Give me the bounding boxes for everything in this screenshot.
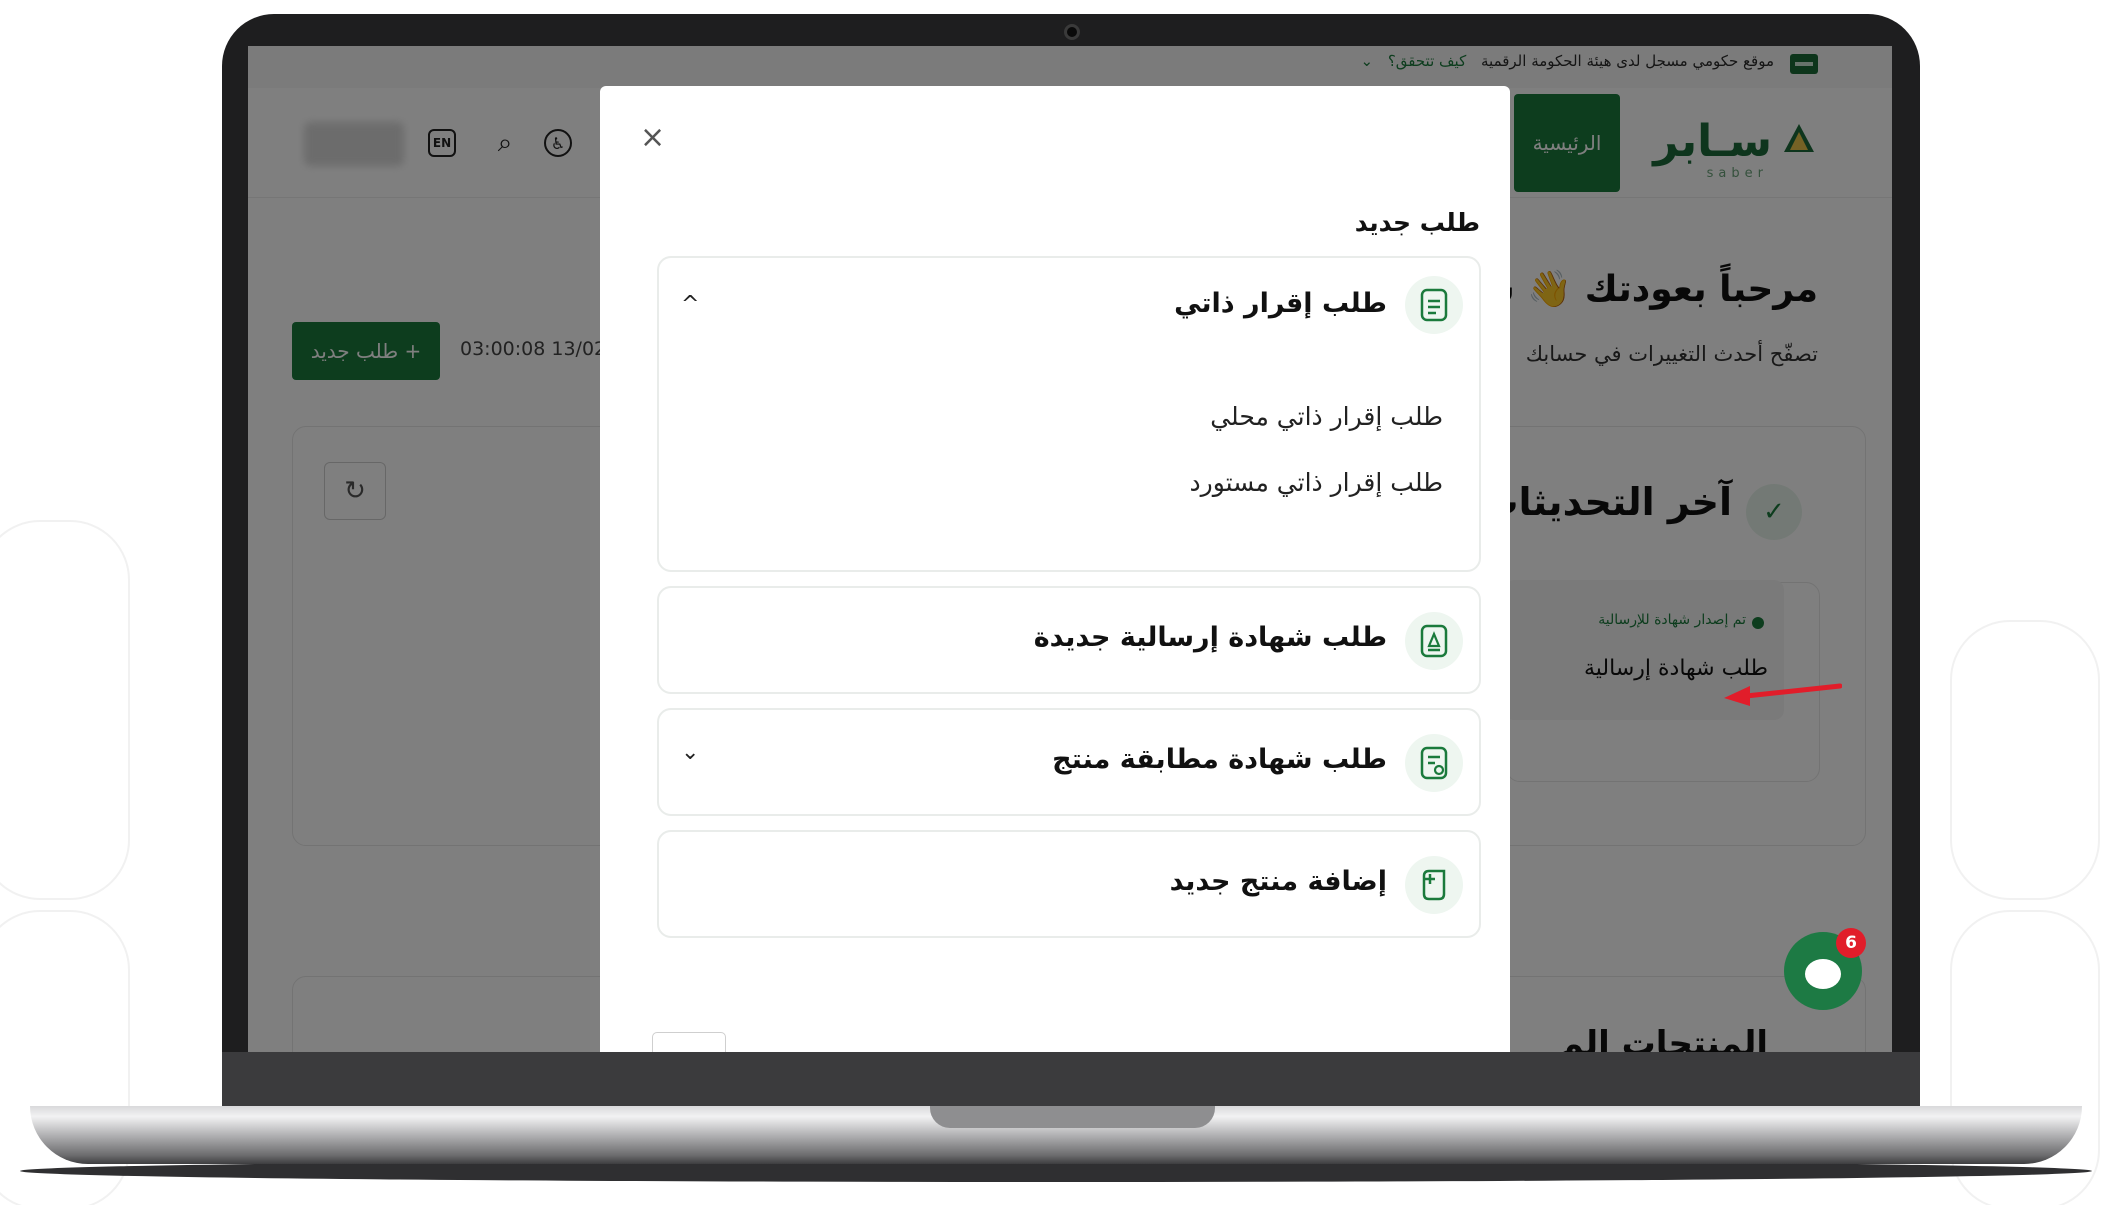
option-add-product[interactable]: إضافة منتج جديد: [657, 830, 1481, 938]
chat-bubble-icon: [1805, 959, 1841, 989]
cancel-button[interactable]: إلغاء: [652, 1032, 726, 1052]
option-self-declaration[interactable]: طلب إقرار ذاتي ^ طلب إقرار ذاتي محلي طلب…: [657, 256, 1481, 572]
sub-item-imported[interactable]: طلب إقرار ذاتي مستورد: [1189, 468, 1443, 497]
chat-unread-badge: 6: [1836, 928, 1866, 958]
option-label: طلب إقرار ذاتي: [1174, 288, 1387, 319]
modal-title: طلب جديد: [1354, 208, 1480, 237]
camera-icon: [1064, 24, 1080, 40]
add-file-icon: [1405, 856, 1463, 914]
option-label: طلب شهادة مطابقة منتج: [1052, 744, 1387, 775]
annotation-arrow-icon: [1724, 683, 1842, 706]
new-request-modal: × طلب جديد طلب إقرار ذاتي ^ طلب إقرار ذا…: [600, 86, 1510, 1052]
close-icon[interactable]: ×: [640, 120, 665, 155]
chevron-up-icon[interactable]: ^: [681, 292, 699, 317]
laptop-notch: [930, 1106, 1215, 1128]
laptop-chin: [222, 1052, 1920, 1108]
document-icon: [1405, 276, 1463, 334]
option-product-conformity[interactable]: طلب شهادة مطابقة منتج ⌄: [657, 708, 1481, 816]
chevron-down-icon[interactable]: ⌄: [681, 740, 699, 765]
option-label: إضافة منتج جديد: [1169, 866, 1387, 897]
background-decoration: [1950, 620, 2100, 900]
background-decoration: [0, 520, 130, 900]
certificate-icon: [1405, 612, 1463, 670]
option-label: طلب شهادة إرسالية جديدة: [1033, 622, 1387, 653]
option-shipment-certificate[interactable]: طلب شهادة إرسالية جديدة: [657, 586, 1481, 694]
screen: موقع حكومي مسجل لدى هيئة الحكومة الرقمية…: [248, 46, 1892, 1052]
stage: موقع حكومي مسجل لدى هيئة الحكومة الرقمية…: [0, 0, 2112, 1205]
sub-item-local[interactable]: طلب إقرار ذاتي محلي: [1210, 402, 1443, 431]
product-certificate-icon: [1405, 734, 1463, 792]
